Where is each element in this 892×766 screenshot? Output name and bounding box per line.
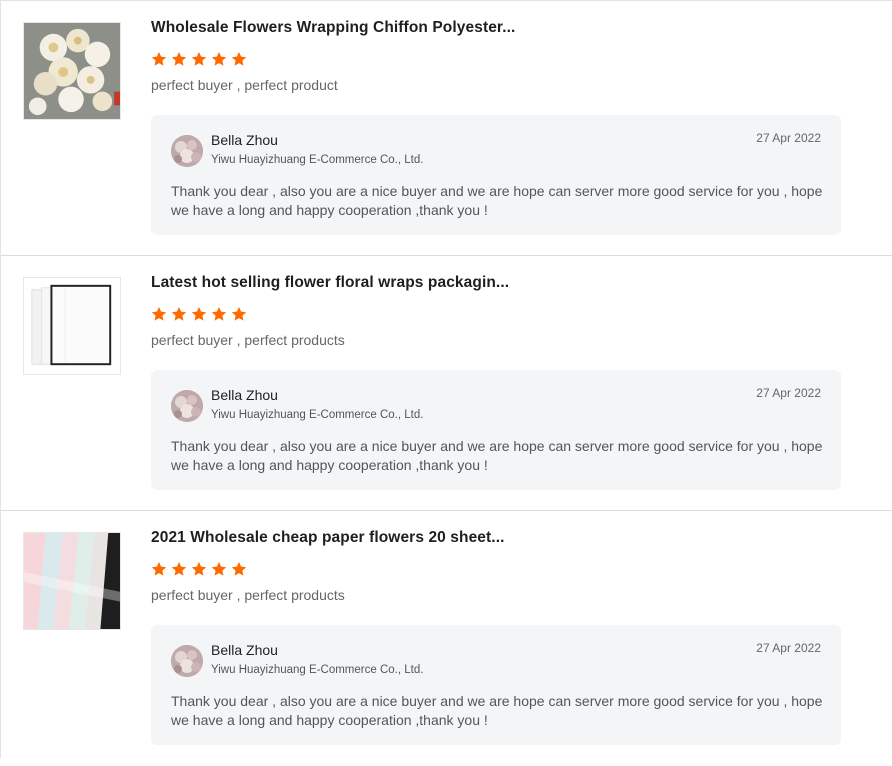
avatar — [171, 390, 203, 422]
seller-reply: Bella Zhou Yiwu Huayizhuang E-Commerce C… — [151, 370, 841, 490]
product-title[interactable]: Wholesale Flowers Wrapping Chiffon Polye… — [151, 19, 515, 37]
star-rating — [151, 306, 247, 322]
star-rating — [151, 561, 247, 577]
star-icon — [151, 306, 167, 322]
star-icon — [211, 561, 227, 577]
review-comment: perfect buyer , perfect products — [151, 332, 345, 348]
reply-company-name: Yiwu Huayizhuang E-Commerce Co., Ltd. — [211, 664, 424, 676]
product-title[interactable]: Latest hot selling flower floral wraps p… — [151, 274, 509, 292]
product-thumbnail[interactable] — [23, 277, 121, 375]
product-thumbnail[interactable] — [23, 532, 121, 630]
star-icon — [171, 306, 187, 322]
pastel-paper-sheets-image — [24, 533, 120, 629]
white-wrapping-paper-image — [24, 278, 120, 374]
reply-author-name: Bella Zhou — [211, 387, 278, 403]
product-thumbnail[interactable] — [23, 22, 121, 120]
reply-text: Thank you dear , also you are a nice buy… — [171, 183, 823, 218]
seller-reply: Bella Zhou Yiwu Huayizhuang E-Commerce C… — [151, 625, 841, 745]
star-icon — [231, 306, 247, 322]
flower-bouquet-image — [24, 23, 120, 119]
star-icon — [171, 561, 187, 577]
star-icon — [231, 561, 247, 577]
star-icon — [211, 51, 227, 67]
avatar — [171, 135, 203, 167]
star-icon — [171, 51, 187, 67]
review-item: 2021 Wholesale cheap paper flowers 20 sh… — [1, 511, 892, 766]
reply-author-name: Bella Zhou — [211, 642, 278, 658]
reply-author-name: Bella Zhou — [211, 132, 278, 148]
star-icon — [211, 306, 227, 322]
star-icon — [191, 561, 207, 577]
avatar — [171, 645, 203, 677]
review-comment: perfect buyer , perfect product — [151, 77, 338, 93]
product-title[interactable]: 2021 Wholesale cheap paper flowers 20 sh… — [151, 529, 505, 547]
reply-date: 27 Apr 2022 — [756, 131, 821, 145]
reply-text: Thank you dear , also you are a nice buy… — [171, 693, 823, 728]
star-rating — [151, 51, 247, 67]
star-icon — [191, 51, 207, 67]
review-item: Latest hot selling flower floral wraps p… — [1, 256, 892, 511]
star-icon — [151, 51, 167, 67]
star-icon — [191, 306, 207, 322]
star-icon — [231, 51, 247, 67]
seller-reply: Bella Zhou Yiwu Huayizhuang E-Commerce C… — [151, 115, 841, 235]
reply-date: 27 Apr 2022 — [756, 386, 821, 400]
reply-company-name: Yiwu Huayizhuang E-Commerce Co., Ltd. — [211, 409, 424, 421]
reply-company-name: Yiwu Huayizhuang E-Commerce Co., Ltd. — [211, 154, 424, 166]
review-comment: perfect buyer , perfect products — [151, 587, 345, 603]
review-item: Wholesale Flowers Wrapping Chiffon Polye… — [1, 1, 892, 256]
reviews-panel: Wholesale Flowers Wrapping Chiffon Polye… — [0, 0, 892, 758]
reply-text: Thank you dear , also you are a nice buy… — [171, 438, 823, 473]
reply-date: 27 Apr 2022 — [756, 641, 821, 655]
star-icon — [151, 561, 167, 577]
